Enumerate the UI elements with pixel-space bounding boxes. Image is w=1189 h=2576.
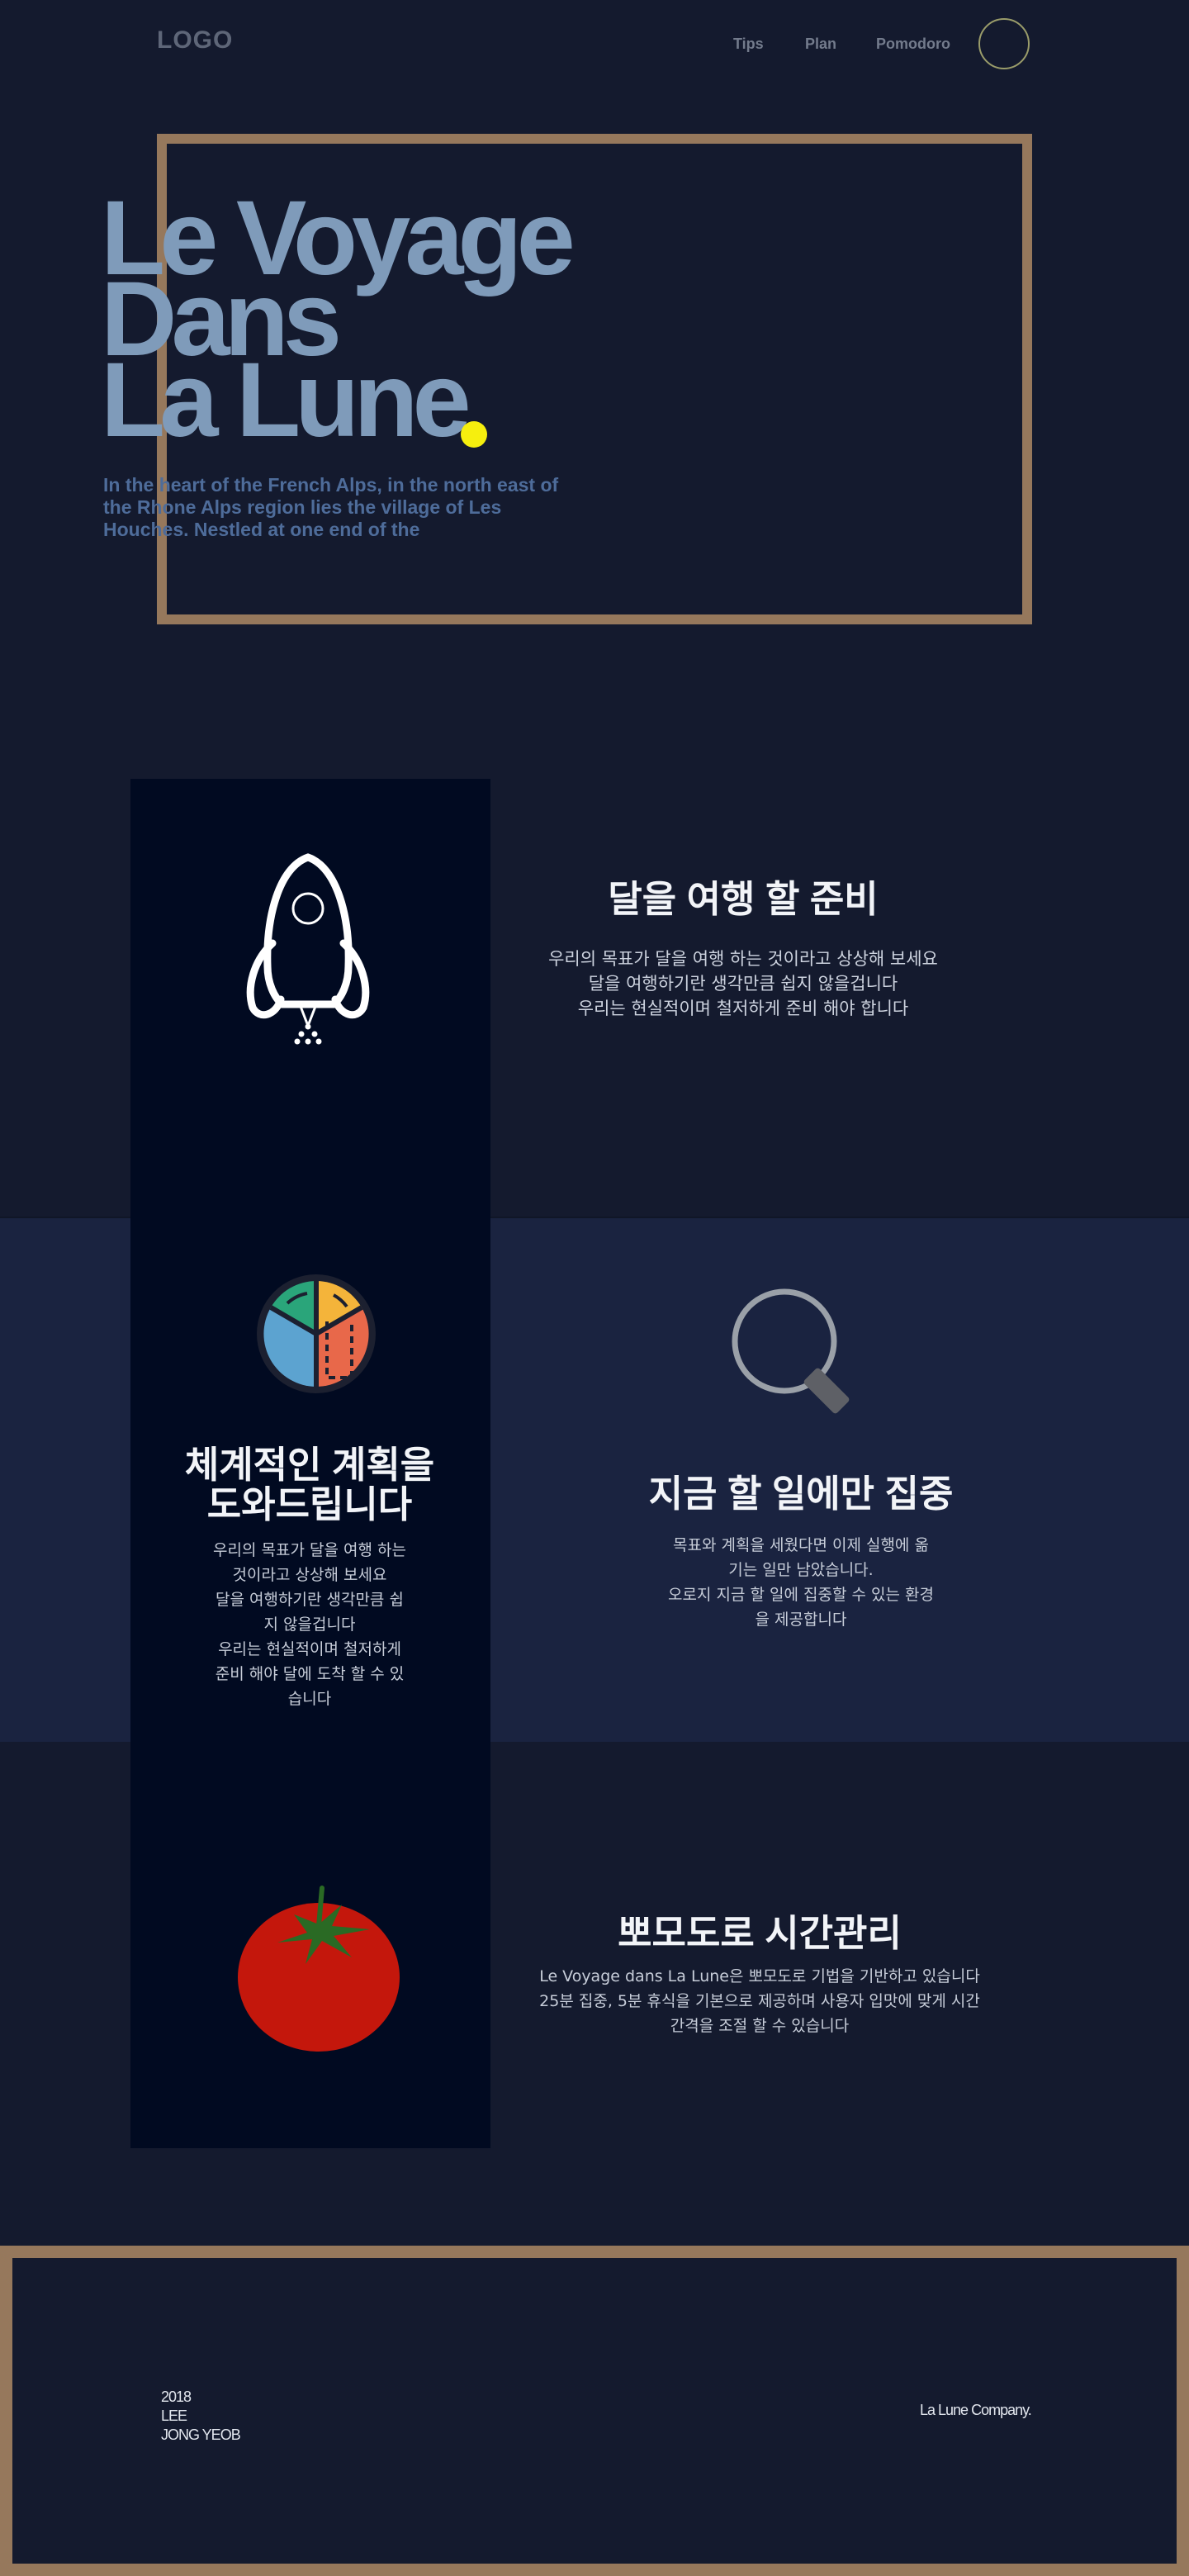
hero-title-line: La Lune: [101, 341, 471, 459]
footer-author-first: LEE: [161, 2408, 187, 2424]
nav-link-tips[interactable]: Tips: [733, 36, 764, 53]
tomato-icon: [238, 1886, 400, 2052]
feature-pomodoro-text: Le Voyage dans La Lune은 뽀모도로 기법을 기반하고 있습…: [539, 1967, 980, 2035]
feature-prepare-text: 우리의 목표가 달을 여행 하는 것이라고 상상해 보세요 달을 여행하기란 생…: [548, 949, 938, 1018]
feature-plan-title-line: 도와드립니다: [206, 1483, 413, 1525]
magnifier-icon: [732, 1288, 850, 1414]
menu-circle-button[interactable]: [978, 18, 1030, 69]
feature-pomodoro-title: 뽀모도로 시간관리: [618, 1912, 902, 1954]
feature-plan-title-line: 체계적인 계획을: [184, 1444, 435, 1486]
feature-plan-title: 체계적인 계획을 도와드립니다: [157, 1445, 462, 1525]
rocket-icon: [246, 853, 370, 1045]
nav-link-pomodoro[interactable]: Pomodoro: [876, 36, 950, 53]
feature-prepare-title: 달을 여행 할 준비: [608, 878, 879, 920]
hero-subtitle: In the heart of the French Alps, in the …: [103, 474, 559, 540]
footer-author-last: JONG YEOB: [161, 2427, 241, 2443]
logo[interactable]: LOGO: [157, 26, 233, 55]
footer-company: La Lune Company.: [920, 2402, 1032, 2418]
feature-focus-text: 목표와 계획을 세웠다면 이제 실행에 옮 기는 일만 남았습니다. 오로지 지…: [668, 1536, 934, 1629]
nav-link-plan[interactable]: Plan: [805, 36, 836, 53]
feature-focus-title: 지금 할 일에만 집중: [648, 1473, 954, 1515]
footer-year: 2018: [161, 2389, 192, 2405]
yellow-dot: [461, 421, 487, 448]
feature-plan-text: 우리의 목표가 달을 여행 하는 것이라고 상상해 보세요 달을 여행하기란 생…: [213, 1541, 406, 1708]
pie-chart-icon: [257, 1274, 376, 1393]
hero-title: Le Voyage Dans La Lune: [101, 186, 576, 459]
